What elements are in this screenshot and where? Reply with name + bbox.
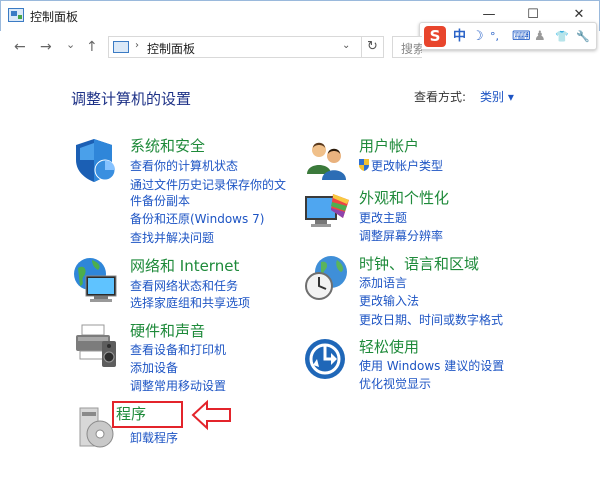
moon-icon[interactable]: ☽ xyxy=(472,28,484,46)
category-title[interactable]: 硬件和声音 xyxy=(130,320,205,341)
ime-toolbar[interactable]: S 中 ☽ °, ⌨ ♟ 👕 🔧 xyxy=(419,22,597,50)
link-change-account-type[interactable]: 更改帐户类型 xyxy=(359,157,443,174)
link-troubleshoot[interactable]: 查找并解决问题 xyxy=(130,229,214,246)
breadcrumb-control-panel[interactable]: 控制面板 xyxy=(147,40,195,57)
link-mobility-settings[interactable]: 调整常用移动设置 xyxy=(130,377,226,394)
link-view-computer-status[interactable]: 查看你的计算机状态 xyxy=(130,157,238,174)
link-change-theme[interactable]: 更改主题 xyxy=(359,209,407,226)
search-placeholder[interactable]: 搜索控制面板 xyxy=(401,40,422,57)
punctuation-icon[interactable]: °, xyxy=(490,28,499,46)
refresh-button[interactable]: ↻ xyxy=(361,37,383,57)
appearance-monitor-icon[interactable] xyxy=(303,188,351,236)
address-bar[interactable]: › 控制面板 ⌄ ↻ xyxy=(108,36,384,58)
category-title[interactable]: 轻松使用 xyxy=(359,336,419,357)
breadcrumb-separator[interactable]: › xyxy=(135,40,139,51)
category-title[interactable]: 时钟、语言和区域 xyxy=(359,253,479,274)
security-shield-icon[interactable] xyxy=(72,136,120,184)
sogou-logo-icon[interactable]: S xyxy=(424,26,446,47)
link-uninstall-program[interactable]: 卸载程序 xyxy=(130,429,178,446)
page-title: 调整计算机的设置 xyxy=(71,90,192,108)
recent-locations-button[interactable]: ⌄ xyxy=(66,38,75,51)
link-file-history-cont[interactable]: 件备份副本 xyxy=(130,192,190,209)
link-add-device[interactable]: 添加设备 xyxy=(130,359,178,376)
keyboard-icon[interactable]: ⌨ xyxy=(512,28,531,46)
window-title: 控制面板 xyxy=(30,10,79,24)
category-title[interactable]: 用户帐户 xyxy=(359,135,419,156)
link-network-status[interactable]: 查看网络状态和任务 xyxy=(130,277,238,294)
left-arrow-annotation-icon xyxy=(191,399,231,431)
ime-chinese-mode[interactable]: 中 xyxy=(453,28,466,46)
address-dropdown-icon[interactable]: ⌄ xyxy=(342,40,350,51)
clock-globe-icon[interactable] xyxy=(303,254,351,302)
programs-highlight-box xyxy=(112,401,183,428)
link-backup-restore[interactable]: 备份和还原(Windows 7) xyxy=(130,210,264,227)
category-title[interactable]: 系统和安全 xyxy=(130,135,205,156)
view-by-dropdown[interactable]: 类别 ▾ xyxy=(480,88,514,105)
link-file-history[interactable]: 通过文件历史记录保存你的文 xyxy=(130,176,286,193)
link-label[interactable]: 更改帐户类型 xyxy=(371,159,443,173)
link-windows-recommended[interactable]: 使用 Windows 建议的设置 xyxy=(359,357,504,374)
network-globe-icon[interactable] xyxy=(72,256,120,304)
back-button[interactable]: ← xyxy=(14,39,26,55)
view-by-label: 查看方式: xyxy=(414,90,467,104)
link-homegroup[interactable]: 选择家庭组和共享选项 xyxy=(130,294,250,311)
link-change-input-method[interactable]: 更改输入法 xyxy=(359,292,419,309)
control-panel-icon xyxy=(8,8,24,22)
link-optimize-visual[interactable]: 优化视觉显示 xyxy=(359,375,431,392)
category-title[interactable]: 外观和个性化 xyxy=(359,187,449,208)
link-date-time-format[interactable]: 更改日期、时间或数字格式 xyxy=(359,311,503,328)
up-button[interactable]: ↑ xyxy=(86,39,98,55)
search-input[interactable]: 搜索控制面板 xyxy=(392,36,422,58)
link-add-language[interactable]: 添加语言 xyxy=(359,274,407,291)
forward-button[interactable]: → xyxy=(40,39,52,55)
ease-of-access-icon[interactable] xyxy=(303,337,351,385)
users-icon[interactable] xyxy=(303,136,351,184)
settings-wrench-icon[interactable]: 🔧 xyxy=(576,28,590,46)
user-icon[interactable]: ♟ xyxy=(534,28,546,46)
control-panel-icon xyxy=(113,41,129,53)
printer-speaker-icon[interactable] xyxy=(72,321,120,369)
category-title[interactable]: 网络和 Internet xyxy=(130,255,239,276)
skin-icon[interactable]: 👕 xyxy=(555,28,569,46)
link-screen-resolution[interactable]: 调整屏幕分辨率 xyxy=(359,227,443,244)
uac-shield-icon xyxy=(359,159,369,171)
link-devices-printers[interactable]: 查看设备和打印机 xyxy=(130,341,226,358)
